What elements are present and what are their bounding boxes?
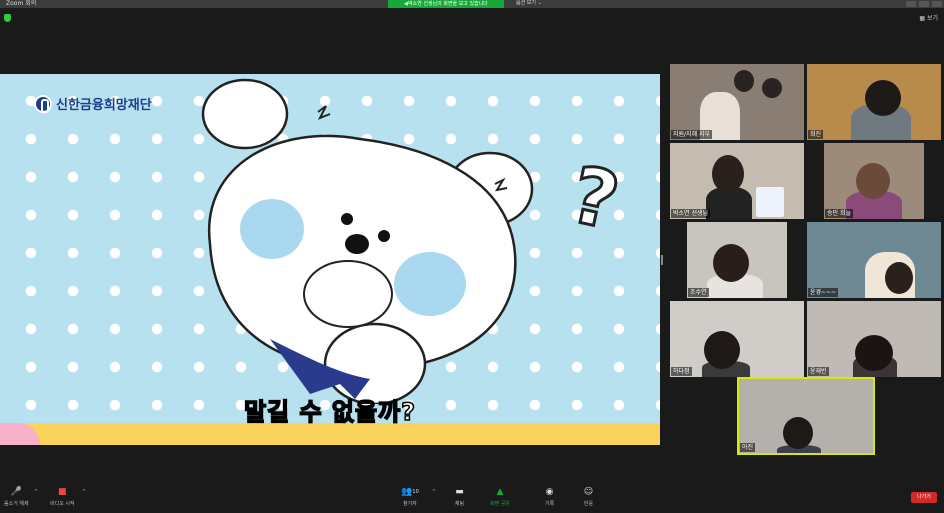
active-speaker-tile[interactable]: 아진 (737, 377, 875, 455)
participant-head (704, 331, 740, 369)
logo-mark-icon (34, 94, 52, 113)
foundation-logo: 신한금융희망재단 (34, 94, 152, 113)
share-screen-icon: ▲ (496, 487, 504, 497)
shared-screen: 신한금융희망재단 ? 말길 수 없을까? (0, 74, 660, 445)
participant-head (713, 244, 749, 282)
reactions-label: 반응 (583, 501, 594, 507)
share-screen-label: 화면 공유 (490, 501, 510, 507)
participant-name: 희진 (808, 130, 824, 139)
participant-head (762, 78, 782, 98)
participant-name: 지원/지혜 지우 (671, 130, 713, 139)
participant-head (856, 163, 890, 199)
participant-head (712, 155, 744, 193)
participants-button[interactable]: 👥10 참가자 (398, 487, 422, 507)
bear-nose (345, 234, 369, 254)
panel-resize-handle[interactable] (661, 255, 663, 265)
chat-button[interactable]: ▬ 채팅 (454, 487, 465, 507)
subtitle-caption: 말길 수 없을까? (243, 397, 417, 427)
unmute-label: 음소거 해제 (4, 501, 29, 507)
zoom-meeting-window: Zoom 회의 ◀박소연 선생님의 화면을 보고 있습니다 옵션 보기 ⌄ ▦ … (0, 0, 944, 513)
leave-button[interactable]: 나가기 (911, 492, 937, 503)
bear-muzzle (303, 260, 393, 328)
muted-mic-icon: 🎤 (10, 487, 23, 497)
share-screen-button[interactable]: ▲ 화면 공유 (490, 487, 510, 507)
audio-options-caret-icon[interactable]: ^ (34, 489, 38, 495)
participant-name: 윤재빈 (808, 367, 829, 376)
bear-left-ear (201, 78, 289, 150)
participant-name: 하다정 (671, 367, 692, 376)
close-icon[interactable] (932, 1, 942, 7)
bear-left-cheek (240, 199, 304, 259)
participant-name: 윤경~~~ (808, 288, 839, 297)
bear-right-cheek (394, 252, 466, 316)
participants-label: 참가자 (403, 501, 417, 507)
unmute-button[interactable]: 🎤 음소거 해제 (4, 487, 29, 507)
video-options-caret-icon[interactable]: ^ (82, 489, 86, 495)
reactions-icon: ☺ (583, 487, 594, 497)
participants-icon: 👥10 (401, 487, 419, 497)
video-off-icon: ■ (58, 487, 67, 497)
record-label: 기록 (544, 501, 555, 507)
participants-count: 10 (412, 489, 419, 495)
meeting-toolbar: 🎤 음소거 해제 ^ ■ 비디오 시작 ^ 👥10 참가자 ^ ▬ 채팅 ▲ 화… (0, 481, 944, 513)
participant-tile[interactable]: 조수연 (687, 222, 787, 298)
app-title: Zoom 회의 (6, 0, 37, 7)
participant-head (865, 80, 901, 116)
participant-head (734, 70, 754, 92)
participant-head (783, 417, 813, 449)
participant-name: 박소연 선생님 (671, 209, 711, 218)
participant-tile[interactable]: 하다정 (670, 301, 804, 377)
view-options-button[interactable]: 옵션 보기 ⌄ (516, 0, 542, 8)
participant-head (855, 335, 893, 371)
participant-tile[interactable]: 윤경~~~ (807, 222, 941, 298)
reactions-button[interactable]: ☺ 반응 (583, 487, 594, 507)
screen-share-banner[interactable]: ◀박소연 선생님의 화면을 보고 있습니다 (388, 0, 504, 8)
chat-icon: ▬ (455, 487, 464, 497)
participants-options-caret-icon[interactable]: ^ (432, 489, 436, 495)
participant-name: 승민 희늘 (825, 209, 853, 218)
participant-tile[interactable]: 윤재빈 (807, 301, 941, 377)
maximize-icon[interactable] (919, 1, 929, 7)
start-video-label: 비디오 시작 (50, 501, 75, 507)
participant-tile[interactable]: 승민 희늘 (824, 143, 924, 219)
participant-name: 아진 (740, 443, 756, 452)
window-controls (906, 1, 942, 7)
participant-tile[interactable]: 희진 (807, 64, 941, 140)
chat-label: 채팅 (454, 501, 465, 507)
start-video-button[interactable]: ■ 비디오 시작 (50, 487, 75, 507)
book-prop (756, 187, 784, 217)
encryption-shield-icon[interactable] (4, 14, 11, 22)
record-button[interactable]: ◉ 기록 (544, 487, 555, 507)
logo-text: 신한금융희망재단 (56, 98, 152, 113)
participant-tile[interactable]: 박소연 선생님 (670, 143, 804, 219)
minimize-icon[interactable] (906, 1, 916, 7)
participant-tile[interactable]: 지원/지혜 지우 (670, 64, 804, 140)
bear-left-eye (341, 213, 353, 225)
view-toggle-button[interactable]: ▦ 보기 (919, 13, 938, 22)
record-icon: ◉ (545, 487, 554, 497)
bear-illustration (201, 78, 534, 404)
bear-right-eye (378, 230, 390, 242)
title-bar: Zoom 회의 ◀박소연 선생님의 화면을 보고 있습니다 옵션 보기 ⌄ (0, 0, 944, 8)
participant-head (885, 262, 913, 294)
bear-ear-mark-left (317, 105, 331, 120)
participant-name: 조수연 (688, 288, 709, 297)
